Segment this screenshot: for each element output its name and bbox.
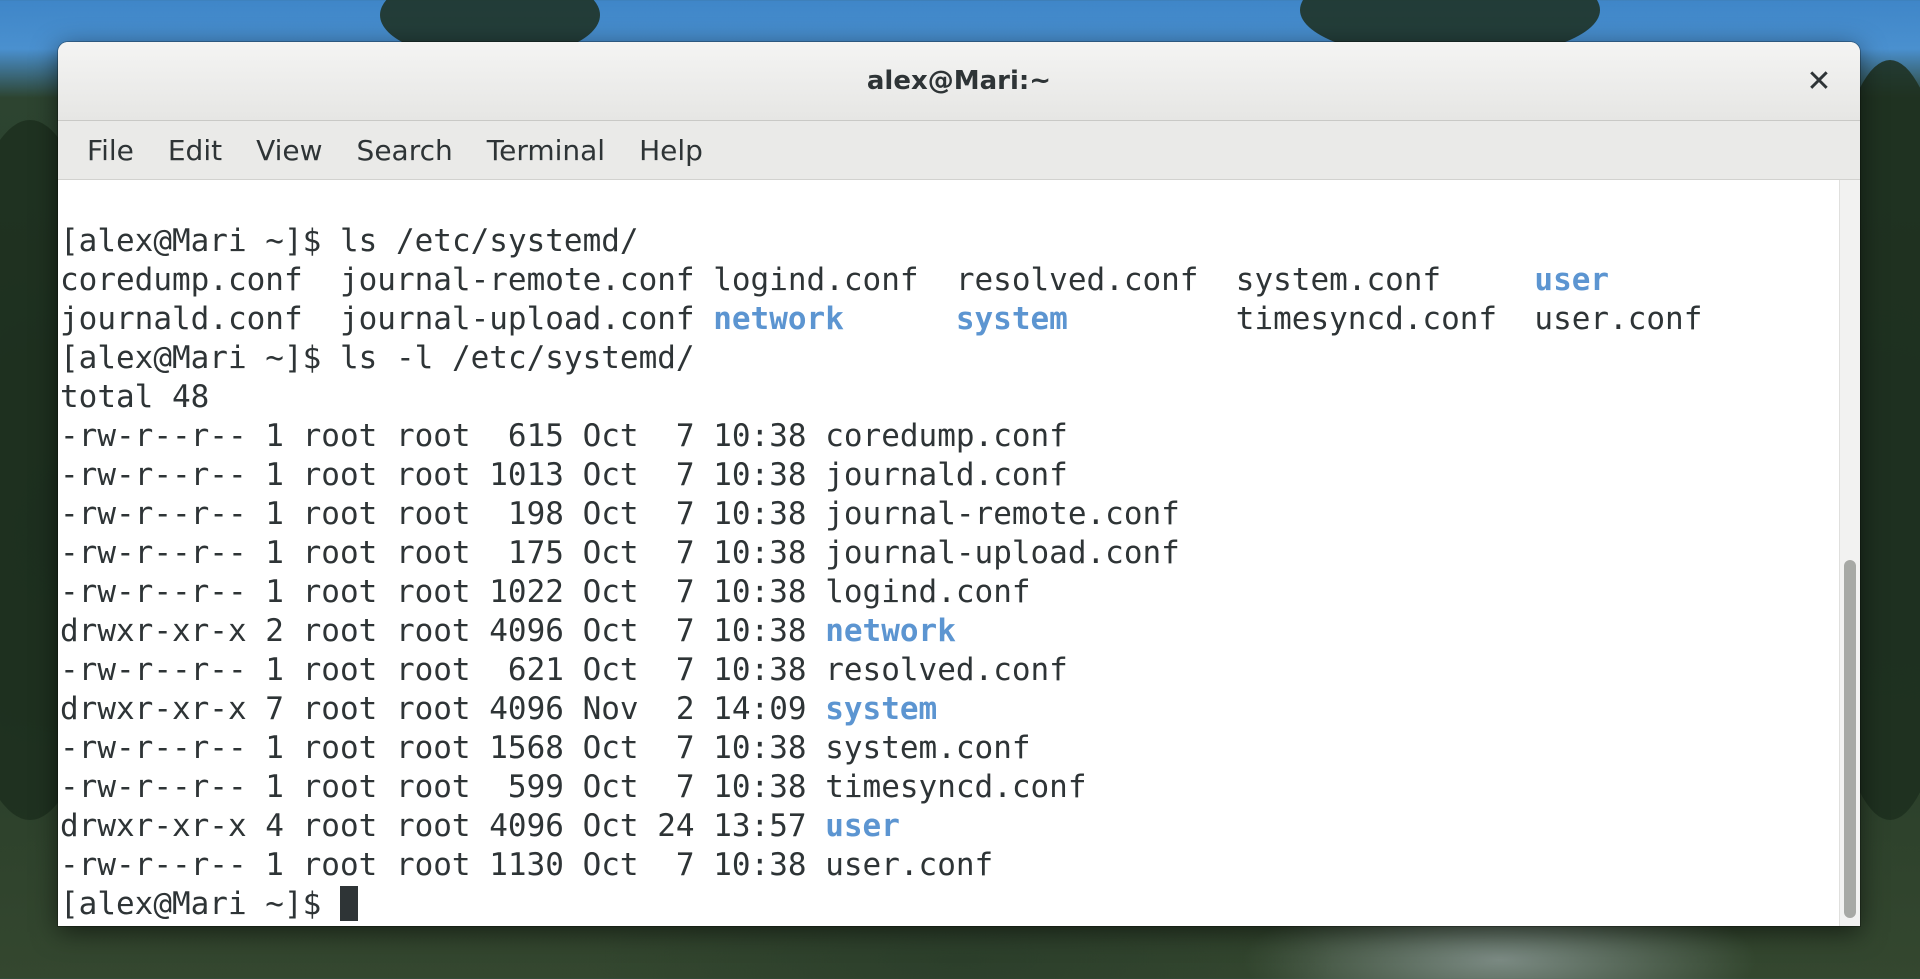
file-name: journald.conf [825,457,1068,493]
listing-meta: drwxr-xr-x 2 root root 4096 Oct 7 10:38 [60,613,826,649]
prompt: [alex@Mari ~]$ [60,340,322,376]
prompt-line: [alex@Mari ~]$ [60,885,1836,924]
directory-name: user [825,808,900,844]
listing-meta: -rw-r--r-- 1 root root 1568 Oct 7 10:38 [60,730,826,766]
listing-meta: -rw-r--r-- 1 root root 175 Oct 7 10:38 [60,535,826,571]
file-name: logind.conf [713,262,919,298]
file-name: coredump.conf [825,418,1068,454]
menu-file[interactable]: File [70,134,151,167]
listing-meta: drwxr-xr-x 7 root root 4096 Nov 2 14:09 [60,691,826,727]
listing-row: drwxr-xr-x 2 root root 4096 Oct 7 10:38 … [60,612,1836,651]
scrollbar-thumb[interactable] [1844,560,1856,918]
prompt-line: [alex@Mari ~]$ ls /etc/systemd/ [60,222,1836,261]
listing-row: -rw-r--r-- 1 root root 1022 Oct 7 10:38 … [60,573,1836,612]
listing-row: drwxr-xr-x 7 root root 4096 Nov 2 14:09 … [60,690,1836,729]
file-name: resolved.conf [955,262,1199,298]
file-name: resolved.conf [825,652,1068,688]
titlebar[interactable]: alex@Mari:~ ✕ [58,42,1860,121]
file-name: journal-upload.conf [339,301,695,337]
file-name: timesyncd.conf [1235,301,1498,337]
file-name: journal-remote.conf [339,262,695,298]
vertical-scrollbar[interactable] [1839,180,1860,926]
listing-meta: -rw-r--r-- 1 root root 1013 Oct 7 10:38 [60,457,826,493]
command: ls -l /etc/systemd/ [339,340,695,376]
menubar: File Edit View Search Terminal Help [58,121,1860,180]
ls-row: journald.conf journal-upload.conf network s… [60,300,1836,339]
file-name: journald.conf [60,301,303,337]
prompt: [alex@Mari ~]$ [60,223,322,259]
menu-terminal[interactable]: Terminal [470,134,622,167]
directory-name: system [825,691,938,727]
directory-name: user [1534,262,1610,298]
listing-meta: drwxr-xr-x 4 root root 4096 Oct 24 13:57 [60,808,826,844]
listing-meta: -rw-r--r-- 1 root root 615 Oct 7 10:38 [60,418,826,454]
prompt: [alex@Mari ~]$ [60,886,322,922]
file-name: journal-upload.conf [825,535,1180,571]
directory-name: network [825,613,956,649]
listing-row: -rw-r--r-- 1 root root 615 Oct 7 10:38 c… [60,417,1836,456]
menu-help[interactable]: Help [622,134,720,167]
block-cursor [339,886,358,921]
file-name: user.conf [1534,301,1703,337]
file-name: system.conf [825,730,1031,766]
listing-row: -rw-r--r-- 1 root root 621 Oct 7 10:38 r… [60,651,1836,690]
listing-meta: -rw-r--r-- 1 root root 198 Oct 7 10:38 [60,496,826,532]
terminal-window: alex@Mari:~ ✕ File Edit View Search Term… [58,42,1860,926]
directory-name: network [713,301,844,337]
terminal-output[interactable]: [alex@Mari ~]$ ls /etc/systemd/coredump.… [60,180,1836,926]
listing-row: -rw-r--r-- 1 root root 1130 Oct 7 10:38 … [60,846,1836,885]
menu-view[interactable]: View [239,134,339,167]
file-name: journal-remote.conf [825,496,1180,532]
close-button[interactable]: ✕ [1798,60,1840,102]
menu-search[interactable]: Search [340,134,470,167]
file-name: coredump.conf [60,262,303,298]
file-name: timesyncd.conf [825,769,1087,805]
file-name: logind.conf [825,574,1031,610]
listing-meta: -rw-r--r-- 1 root root 1130 Oct 7 10:38 [60,847,826,883]
close-icon: ✕ [1806,63,1832,99]
listing-row: drwxr-xr-x 4 root root 4096 Oct 24 13:57… [60,807,1836,846]
prompt-line: [alex@Mari ~]$ ls -l /etc/systemd/ [60,339,1836,378]
command: ls /etc/systemd/ [339,223,639,259]
file-name: user.conf [825,847,994,883]
listing-row: -rw-r--r-- 1 root root 599 Oct 7 10:38 t… [60,768,1836,807]
listing-row: -rw-r--r-- 1 root root 175 Oct 7 10:38 j… [60,534,1836,573]
listing-row: -rw-r--r-- 1 root root 198 Oct 7 10:38 j… [60,495,1836,534]
listing-meta: -rw-r--r-- 1 root root 1022 Oct 7 10:38 [60,574,826,610]
total-line: total 48 [60,379,210,415]
listing-row: -rw-r--r-- 1 root root 1568 Oct 7 10:38 … [60,729,1836,768]
listing-meta: -rw-r--r-- 1 root root 599 Oct 7 10:38 [60,769,826,805]
window-title: alex@Mari:~ [866,66,1052,96]
file-name: system.conf [1235,262,1442,298]
listing-meta: -rw-r--r-- 1 root root 621 Oct 7 10:38 [60,652,826,688]
terminal-area[interactable]: [alex@Mari ~]$ ls /etc/systemd/coredump.… [58,180,1860,926]
directory-name: system [955,301,1068,337]
menu-edit[interactable]: Edit [151,134,239,167]
ls-row: coredump.conf journal-remote.conf logind.c… [60,261,1836,300]
listing-row: -rw-r--r-- 1 root root 1013 Oct 7 10:38 … [60,456,1836,495]
